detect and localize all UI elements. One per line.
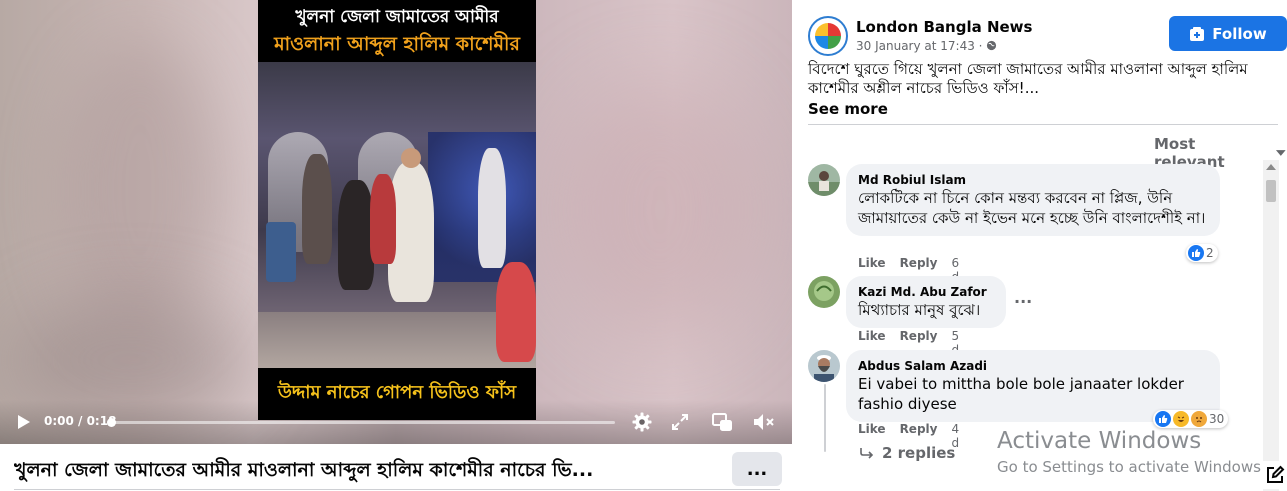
compose-edit-icon[interactable] — [1262, 461, 1287, 489]
comment-text: লোকটিকে না চিনে কোন মন্তব্য করবেন না প্ল… — [858, 189, 1206, 227]
video-overlay-subtitle: মাওলানা আব্দুল হালিম কাশেমীর — [274, 33, 520, 55]
caret-down-icon — [1276, 150, 1287, 156]
bystander — [302, 154, 332, 264]
page-logo-icon — [815, 23, 841, 49]
comment-options-button[interactable]: ... — [1014, 288, 1032, 307]
reaction-total: 2 — [1206, 246, 1214, 260]
comment-bubble: Kazi Md. Abu Zafor মিথ্যাচার মানুষ বুঝে। — [846, 276, 1006, 328]
comment-text: মিথ্যাচার মানুষ বুঝে। — [858, 301, 981, 319]
replies-count: 2 replies — [882, 444, 956, 462]
video-caption: খুলনা জেলা জামাতের আমীর মাওলানা আব্দুল হ… — [14, 459, 594, 481]
progress-knob[interactable] — [107, 418, 116, 427]
picture-in-picture-icon[interactable] — [710, 410, 734, 434]
commenter-avatar[interactable] — [808, 276, 840, 308]
see-more-link[interactable]: See more — [808, 100, 888, 118]
video-progress-bar[interactable] — [107, 418, 615, 427]
dancing-man-head — [401, 148, 421, 168]
more-options-button[interactable]: ... — [732, 452, 782, 486]
video-player[interactable]: খুলনা জেলা জামাতের আমীর মাওলানা আব্দুল হ… — [0, 0, 792, 444]
background-blur — [560, 80, 760, 340]
divider — [14, 489, 780, 490]
sad-reaction-icon — [1191, 411, 1207, 427]
reaction-count[interactable]: 30 — [1153, 410, 1229, 428]
video-caption-row: খুলনা জেলা জামাতের আমীর মাওলানা আব্দুল হ… — [0, 444, 792, 491]
post-time-text: 30 January at 17:43 · — [856, 39, 987, 53]
follow-button[interactable]: Follow — [1169, 16, 1287, 51]
globe-icon — [987, 40, 997, 51]
follow-page-icon — [1190, 26, 1205, 41]
post-text: বিদেশে ঘুরতে গিয়ে খুলনা জেলা জামাতের আম… — [808, 60, 1248, 97]
settings-gear-icon[interactable] — [630, 410, 654, 434]
play-icon[interactable] — [14, 412, 34, 432]
commenter-avatar[interactable] — [808, 164, 840, 196]
volume-muted-icon[interactable] — [752, 410, 776, 434]
thread-line — [824, 384, 826, 452]
windows-activation-watermark: Activate Windows Go to Settings to activ… — [997, 428, 1266, 476]
page-avatar[interactable] — [808, 16, 848, 56]
divider — [808, 124, 1278, 125]
commenter-name[interactable]: Kazi Md. Abu Zafor — [858, 284, 994, 300]
woman-dancing — [338, 180, 374, 290]
phone-screen — [266, 222, 296, 282]
video-frame: খুলনা জেলা জামাতের আমীর মাওলানা আব্দুল হ… — [258, 0, 536, 420]
post-timestamp[interactable]: 30 January at 17:43 · — [856, 39, 997, 53]
comment-text: Ei vabei to mittha bole bole janaater lo… — [858, 375, 1184, 413]
watermark-title: Activate Windows — [997, 428, 1202, 454]
follow-label: Follow — [1212, 24, 1267, 43]
post-panel: London Bangla News 30 January at 17:43 ·… — [792, 0, 1287, 491]
person-red-dress — [370, 174, 396, 264]
background-blur — [60, 40, 220, 340]
commenter-name[interactable]: Abdus Salam Azadi — [858, 358, 1208, 374]
reply-arrow-icon — [860, 448, 874, 459]
scroll-up-icon[interactable] — [1266, 164, 1276, 170]
page-name[interactable]: London Bangla News — [856, 18, 1032, 36]
like-reaction-icon — [1188, 245, 1204, 261]
scrollbar-thumb[interactable] — [1266, 180, 1276, 202]
watermark-subtitle: Go to Settings to activate Windows. — [997, 458, 1266, 476]
like-reaction-icon — [1155, 411, 1171, 427]
view-replies-link[interactable]: 2 replies — [860, 444, 955, 462]
video-controls: 0:00 / 0:18 — [0, 400, 792, 444]
commenter-avatar[interactable] — [808, 350, 840, 382]
haha-reaction-icon — [1173, 411, 1189, 427]
facebook-video-viewer: খুলনা জেলা জামাতের আমীর মাওলানা আব্দুল হ… — [0, 0, 1287, 491]
reaction-total: 30 — [1209, 412, 1225, 426]
expand-icon[interactable] — [668, 410, 692, 434]
comment-bubble: Md Robiul Islam লোকটিকে না চিনে কোন মন্ত… — [846, 164, 1220, 236]
video-overlay-title: খুলনা জেলা জামাতের আমীর — [295, 7, 499, 27]
video-time: 0:00 / 0:18 — [44, 414, 117, 428]
commenter-name[interactable]: Md Robiul Islam — [858, 172, 1208, 188]
reaction-count[interactable]: 2 — [1186, 244, 1218, 262]
scene-floor — [258, 312, 536, 368]
video-scene — [258, 62, 536, 368]
bystander — [496, 262, 536, 362]
bystander — [478, 148, 506, 268]
